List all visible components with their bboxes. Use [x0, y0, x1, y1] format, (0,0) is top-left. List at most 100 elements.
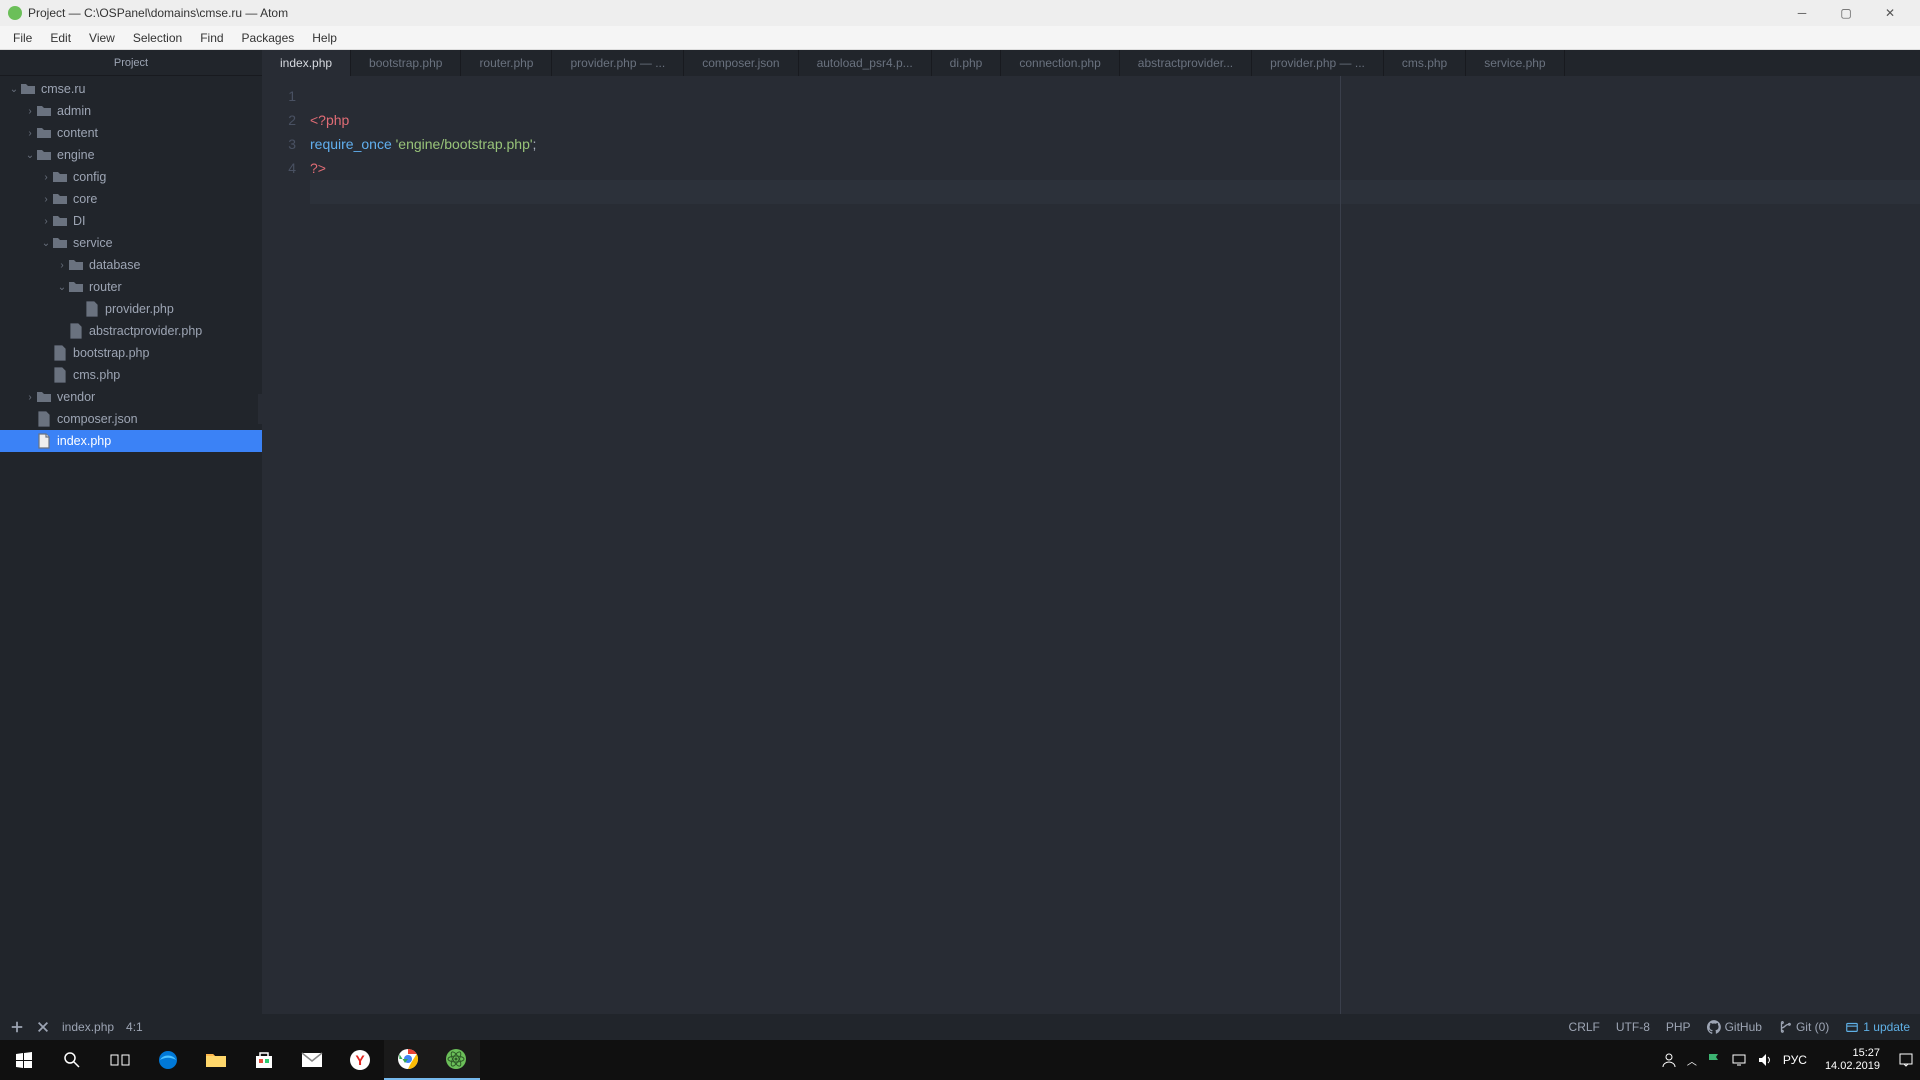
folder-icon [36, 103, 52, 119]
tree-folder-vendor[interactable]: › vendor [0, 386, 262, 408]
chevron-down-icon: ⌄ [56, 282, 68, 293]
tray-clock[interactable]: 15:27 14.02.2019 [1817, 1047, 1888, 1073]
tree-file-abstractprovider-php[interactable]: abstractprovider.php [0, 320, 262, 342]
tree-item-label: vendor [57, 390, 95, 404]
tab-autoload-psr4-p-[interactable]: autoload_psr4.p... [799, 50, 932, 76]
tree-item-label: router [89, 280, 122, 294]
tray-volume-icon[interactable] [1757, 1053, 1773, 1067]
file-icon [52, 345, 68, 361]
tree-file-index-php[interactable]: index.php [0, 430, 262, 452]
tree-folder-engine[interactable]: ⌄engine [0, 144, 262, 166]
tree-folder-database[interactable]: ›database [0, 254, 262, 276]
tree-item-label: provider.php [105, 302, 174, 316]
code-content[interactable]: <?phprequire_once 'engine/bootstrap.php'… [310, 76, 1920, 1014]
maximize-button[interactable]: ▢ [1824, 0, 1868, 26]
taskbar-chrome[interactable] [384, 1040, 432, 1080]
taskbar-store[interactable] [240, 1040, 288, 1080]
tree-folder-router[interactable]: ⌄ router [0, 276, 262, 298]
taskbar-explorer[interactable] [192, 1040, 240, 1080]
tree-folder-admin[interactable]: ›admin [0, 100, 262, 122]
tray-chevron-up-icon[interactable]: ︿ [1687, 1053, 1697, 1068]
chevron-right-icon: › [24, 392, 36, 403]
taskbar-atom[interactable] [432, 1040, 480, 1080]
status-line-ending[interactable]: CRLF [1569, 1020, 1600, 1034]
tree-item-label: database [89, 258, 140, 272]
tray-network-icon[interactable] [1731, 1053, 1747, 1067]
tab-abstractprovider-[interactable]: abstractprovider... [1120, 50, 1252, 76]
tree-file-cms-php[interactable]: cms.php [0, 364, 262, 386]
tree-folder-di[interactable]: ›DI [0, 210, 262, 232]
status-language[interactable]: PHP [1666, 1020, 1691, 1034]
taskbar-mail[interactable] [288, 1040, 336, 1080]
mail-icon [301, 1052, 323, 1068]
status-filename[interactable]: index.php [62, 1020, 114, 1034]
status-cursor[interactable]: 4:1 [126, 1020, 143, 1034]
tab-provider-php-[interactable]: provider.php — ... [552, 50, 684, 76]
tray-people-icon[interactable] [1661, 1052, 1677, 1068]
tab-connection-php[interactable]: connection.php [1001, 50, 1119, 76]
tree-file-composer-json[interactable]: composer.json [0, 408, 262, 430]
chevron-right-icon: › [40, 216, 52, 227]
package-icon [1845, 1020, 1859, 1034]
tree-item-label: config [73, 170, 106, 184]
menu-view[interactable]: View [80, 28, 124, 48]
folder-icon [205, 1051, 227, 1069]
menu-file[interactable]: File [4, 28, 41, 48]
close-file-button[interactable] [36, 1020, 50, 1034]
tree-folder-core[interactable]: ›core [0, 188, 262, 210]
windows-icon [16, 1052, 32, 1068]
tree-folder-content[interactable]: ›content [0, 122, 262, 144]
new-file-button[interactable] [10, 1020, 24, 1034]
tab-bootstrap-php[interactable]: bootstrap.php [351, 50, 461, 76]
line-gutter: 1 2 3 4 [262, 76, 310, 1014]
status-updates[interactable]: 1 update [1845, 1020, 1910, 1034]
code-editor[interactable]: 1 2 3 4 <?phprequire_once 'engine/bootst… [262, 76, 1920, 1014]
tab-router-php[interactable]: router.php [461, 50, 552, 76]
tree-folder-cmse-ru[interactable]: ⌄cmse.ru [0, 78, 262, 100]
close-button[interactable]: ✕ [1868, 0, 1912, 26]
file-icon [52, 367, 68, 383]
tree-file-provider-php[interactable]: provider.php [0, 298, 262, 320]
tab-provider-php-[interactable]: provider.php — ... [1252, 50, 1384, 76]
tray-language[interactable]: РУС [1783, 1053, 1807, 1067]
store-icon [254, 1050, 274, 1070]
menu-find[interactable]: Find [191, 28, 232, 48]
tree-folder-config[interactable]: ›config [0, 166, 262, 188]
menu-packages[interactable]: Packages [233, 28, 304, 48]
status-git[interactable]: Git (0) [1778, 1020, 1829, 1034]
status-encoding[interactable]: UTF-8 [1616, 1020, 1650, 1034]
start-button[interactable] [0, 1040, 48, 1080]
status-github[interactable]: GitHub [1707, 1020, 1762, 1034]
tab-di-php[interactable]: di.php [932, 50, 1002, 76]
file-tree[interactable]: ⌄cmse.ru›admin›content⌄engine›config›cor… [0, 76, 262, 1014]
menu-help[interactable]: Help [303, 28, 346, 48]
tab-service-php[interactable]: service.php [1466, 50, 1564, 76]
tray-notifications-icon[interactable] [1898, 1052, 1914, 1068]
task-view-button[interactable] [96, 1040, 144, 1080]
chevron-right-icon: › [24, 106, 36, 117]
tab-composer-json[interactable]: composer.json [684, 50, 798, 76]
folder-icon [68, 279, 84, 295]
wrap-guide [1340, 76, 1341, 1014]
taskbar-edge[interactable] [144, 1040, 192, 1080]
menu-bar: File Edit View Selection Find Packages H… [0, 26, 1920, 50]
yandex-icon: Y [349, 1049, 371, 1071]
chrome-icon [397, 1048, 419, 1070]
folder-icon [36, 125, 52, 141]
tree-item-label: core [73, 192, 97, 206]
window-titlebar: Project — C:\OSPanel\domains\cmse.ru — A… [0, 0, 1920, 26]
tab-index-php[interactable]: index.php [262, 50, 351, 76]
sidebar-title: Project [0, 50, 262, 76]
tab-cms-php[interactable]: cms.php [1384, 50, 1466, 76]
tree-folder-service[interactable]: ⌄service [0, 232, 262, 254]
tree-file-bootstrap-php[interactable]: bootstrap.php [0, 342, 262, 364]
tray-flag-icon[interactable] [1707, 1053, 1721, 1067]
menu-edit[interactable]: Edit [41, 28, 80, 48]
search-button[interactable] [48, 1040, 96, 1080]
windows-taskbar: Y ︿ РУС 15:27 14.02.2019 [0, 1040, 1920, 1080]
minimize-button[interactable]: ─ [1780, 0, 1824, 26]
status-bar: index.php 4:1 CRLF UTF-8 PHP GitHub Git … [0, 1014, 1920, 1040]
taskbar-yandex[interactable]: Y [336, 1040, 384, 1080]
folder-icon [52, 213, 68, 229]
menu-selection[interactable]: Selection [124, 28, 191, 48]
